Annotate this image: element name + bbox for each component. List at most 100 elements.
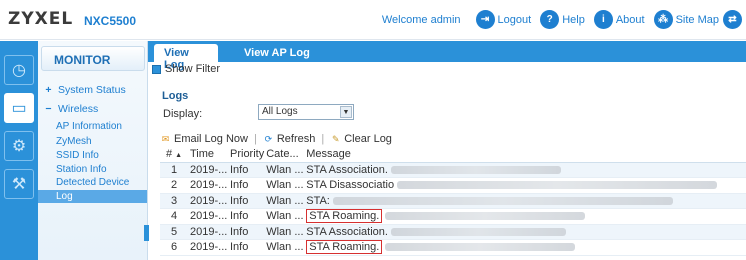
menu-sub-ssid-info[interactable]: SSID Info: [56, 150, 99, 161]
table-row[interactable]: 2 2019-... Info Wlan ... STA Disassociat…: [160, 177, 746, 194]
panel-icon-bar: ◷ ▭ ⚙ ⚒: [0, 41, 38, 260]
row-number: 1: [160, 162, 188, 178]
menu-sub-zymesh[interactable]: ZyMesh: [56, 136, 92, 147]
row-priority: Info: [228, 239, 265, 256]
sitemap-label: Site Map: [675, 13, 719, 26]
table-row[interactable]: 3 2019-... Info Wlan ... STA:: [160, 193, 746, 209]
row-message: STA Association.: [304, 224, 746, 240]
about-label: About: [615, 13, 645, 26]
redacted-detail: [390, 227, 566, 236]
show-filter-toggle[interactable]: Show Filter: [152, 63, 220, 75]
row-category: Wlan ...: [264, 239, 305, 256]
row-number: 5: [160, 224, 188, 240]
broom-icon: ✎: [331, 133, 340, 144]
help-link[interactable]: ? Help: [540, 10, 585, 29]
column-header-message[interactable]: Message: [304, 146, 746, 163]
row-priority: Info: [228, 208, 265, 225]
row-number: 4: [160, 208, 188, 225]
menu-item-label: System Status: [58, 84, 126, 96]
refresh-icon: ⟳: [264, 133, 273, 144]
row-priority: Info: [228, 224, 265, 240]
clear-log-button[interactable]: ✎ Clear Log: [330, 133, 392, 145]
table-row[interactable]: 5 2019-... Info Wlan ... STA Association…: [160, 224, 746, 240]
maintenance-panel-icon[interactable]: ⚒: [4, 169, 34, 199]
redacted-detail: [385, 243, 576, 252]
refresh-button[interactable]: ⟳ Refresh: [263, 133, 316, 145]
sort-ascending-icon: ▲: [175, 151, 183, 159]
row-message: STA:: [304, 193, 746, 209]
row-priority: Info: [228, 162, 265, 178]
menu-sub-log[interactable]: Log: [38, 190, 147, 203]
sitemap-icon: ⁂: [653, 10, 673, 29]
highlighted-message: STA Roaming.: [306, 209, 383, 224]
extra-nav-icon[interactable]: ⇄: [723, 10, 742, 29]
column-header-number[interactable]: # ▲: [160, 146, 188, 163]
row-message: STA Roaming.: [304, 239, 746, 256]
configuration-panel-icon[interactable]: ⚙: [4, 131, 34, 161]
row-message: STA Roaming.: [304, 208, 746, 225]
toolbar-divider: |: [253, 133, 257, 145]
menu-scroll-handle[interactable]: [144, 225, 149, 241]
filter-toggle-icon: [152, 64, 161, 74]
row-message: STA Association.: [304, 162, 746, 178]
show-filter-label: Show Filter: [165, 63, 221, 75]
row-category: Wlan ...: [264, 208, 305, 225]
table-row[interactable]: 4 2019-... Info Wlan ... STA Roaming.: [160, 208, 746, 225]
top-bar: ZYXEL NXC5500 Welcome admin ⇥ Logout ? H…: [0, 0, 746, 40]
row-time: 2019-...: [188, 239, 228, 256]
message-text: STA:: [306, 194, 330, 207]
menu-sub-station-info[interactable]: Station Info: [56, 164, 107, 175]
logout-label: Logout: [497, 13, 532, 26]
sitemap-link[interactable]: ⁂ Site Map: [653, 10, 719, 29]
menu-title: MONITOR: [41, 46, 145, 71]
row-number: 2: [160, 177, 188, 194]
monitor-panel-icon[interactable]: ▭: [4, 93, 34, 123]
column-header-time[interactable]: Time: [188, 146, 228, 163]
redacted-detail: [385, 212, 586, 221]
row-category: Wlan ...: [264, 177, 305, 194]
tab-view-ap-log[interactable]: View AP Log: [234, 44, 320, 62]
help-icon: ?: [540, 10, 560, 29]
row-message: STA Disassociatio: [304, 177, 746, 194]
email-icon: ✉: [161, 133, 170, 144]
device-model: NXC5500: [84, 14, 137, 28]
top-nav: Welcome admin ⇥ Logout ? Help i About ⁂ …: [382, 10, 742, 29]
table-row[interactable]: 1 2019-... Info Wlan ... STA Association…: [160, 162, 746, 178]
table-row[interactable]: 6 2019-... Info Wlan ... STA Roaming.: [160, 239, 746, 256]
menu-item-wireless[interactable]: − Wireless: [44, 103, 98, 115]
row-number: 3: [160, 193, 188, 209]
menu-item-label: Wireless: [58, 103, 99, 115]
clear-log-label: Clear Log: [344, 133, 392, 145]
monitor-menu: MONITOR + System Status − Wireless AP In…: [38, 41, 148, 260]
table-header-row: # ▲ Time Priority Cate... Message: [160, 146, 746, 163]
toolbar-divider: |: [321, 133, 325, 145]
column-header-priority[interactable]: Priority: [228, 146, 265, 163]
row-time: 2019-...: [188, 224, 228, 240]
log-toolbar: ✉ Email Log Now | ⟳ Refresh | ✎ Clear Lo…: [160, 133, 392, 145]
menu-item-system-status[interactable]: + System Status: [44, 84, 126, 96]
row-priority: Info: [228, 177, 265, 194]
zyxel-logo: ZYXEL: [8, 9, 74, 29]
redacted-detail: [390, 165, 561, 174]
display-select[interactable]: All Logs ▼: [258, 104, 354, 120]
row-category: Wlan ...: [264, 193, 305, 209]
row-category: Wlan ...: [264, 162, 305, 178]
tab-view-log[interactable]: View Log: [154, 44, 218, 71]
email-log-label: Email Log Now: [174, 133, 248, 145]
menu-sub-detected-device[interactable]: Detected Device: [56, 177, 129, 188]
chevron-down-icon: ▼: [340, 106, 352, 118]
row-priority: Info: [228, 193, 265, 209]
row-time: 2019-...: [188, 193, 228, 209]
refresh-label: Refresh: [276, 133, 316, 145]
email-log-button[interactable]: ✉ Email Log Now: [160, 133, 248, 145]
logout-icon: ⇥: [475, 10, 495, 29]
help-label: Help: [562, 13, 585, 26]
dashboard-panel-icon[interactable]: ◷: [4, 55, 34, 85]
log-table: # ▲ Time Priority Cate... Message 1 2019…: [160, 146, 746, 256]
redacted-detail: [397, 181, 718, 190]
about-link[interactable]: i About: [593, 10, 645, 29]
menu-sub-ap-information[interactable]: AP Information: [56, 121, 122, 132]
logout-link[interactable]: ⇥ Logout: [475, 10, 532, 29]
redacted-detail: [332, 196, 673, 205]
column-header-category[interactable]: Cate...: [264, 146, 305, 163]
